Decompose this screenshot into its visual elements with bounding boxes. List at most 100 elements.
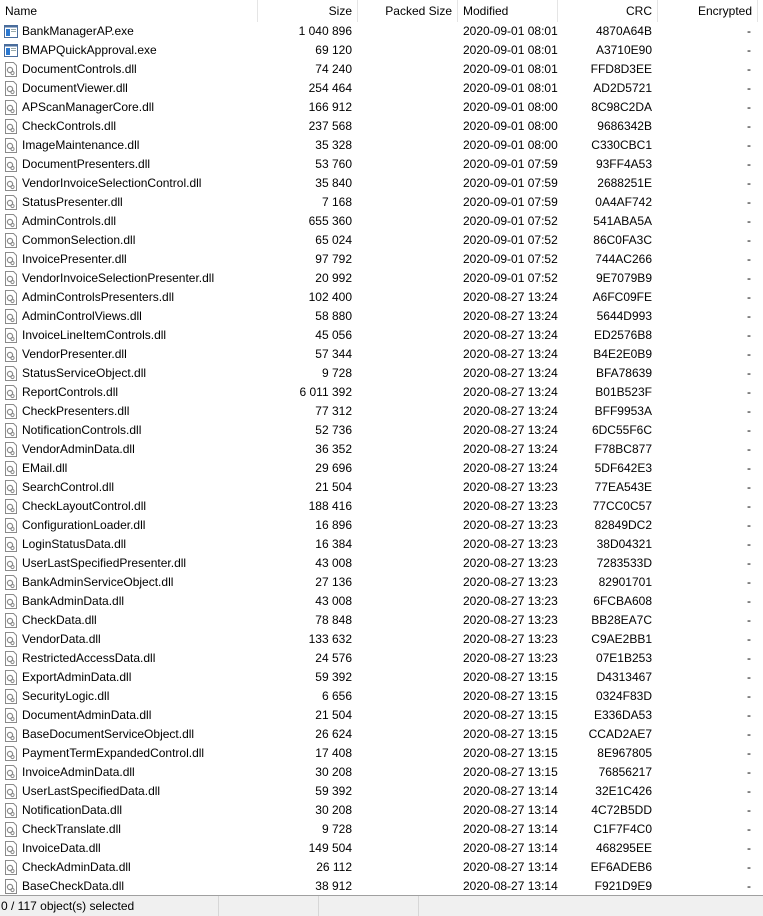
file-row[interactable]: InvoiceData.dll 149 504 2020-08-27 13:14 46… <box>0 839 763 858</box>
file-row[interactable]: VendorData.dll 133 632 2020-08-27 13:23 C9A… <box>0 630 763 649</box>
packed-size-cell <box>358 535 452 554</box>
crc-cell: 468295EE <box>595 841 652 855</box>
file-row[interactable]: NotificationControls.dll 52 736 2020-08-27… <box>0 421 763 440</box>
modified-cell: 2020-08-27 13:23 <box>463 556 558 570</box>
encrypted-cell: - <box>747 689 751 703</box>
encrypted-cell: - <box>747 100 751 114</box>
size-cell: 43 008 <box>315 594 352 608</box>
file-row[interactable]: LoginStatusData.dll 16 384 2020-08-27 13:2… <box>0 535 763 554</box>
file-row[interactable]: CheckLayoutControl.dll 188 416 2020-08-27 … <box>0 497 763 516</box>
file-row[interactable]: InvoicePresenter.dll 97 792 2020-09-01 07:… <box>0 250 763 269</box>
file-name-cell: AdminControlViews.dll <box>22 309 142 323</box>
file-row[interactable]: AdminControlViews.dll 58 880 2020-08-27 13… <box>0 307 763 326</box>
file-row[interactable]: AdminControlsPresenters.dll 102 400 2020-0… <box>0 288 763 307</box>
file-row[interactable]: AdminControls.dll 655 360 2020-09-01 07:52… <box>0 212 763 231</box>
encrypted-cell: - <box>747 347 751 361</box>
encrypted-cell: - <box>747 746 751 760</box>
file-row[interactable]: SecurityLogic.dll 6 656 2020-08-27 13:15 03… <box>0 687 763 706</box>
file-row[interactable]: ImageMaintenance.dll 35 328 2020-09-01 08:… <box>0 136 763 155</box>
packed-size-cell <box>358 687 452 706</box>
modified-cell: 2020-09-01 07:52 <box>463 252 558 266</box>
file-row[interactable]: ConfigurationLoader.dll 16 896 2020-08-27 … <box>0 516 763 535</box>
file-name-cell: SecurityLogic.dll <box>22 689 110 703</box>
file-name-cell: DocumentControls.dll <box>22 62 137 76</box>
file-name-cell: CheckPresenters.dll <box>22 404 130 418</box>
column-modified-header[interactable]: Modified <box>458 0 558 22</box>
file-row[interactable]: VendorInvoiceSelectionControl.dll 35 840 2… <box>0 174 763 193</box>
modified-cell: 2020-09-01 07:52 <box>463 214 558 228</box>
file-row[interactable]: CheckPresenters.dll 77 312 2020-08-27 13:2… <box>0 402 763 421</box>
size-cell: 26 112 <box>316 860 352 874</box>
modified-cell: 2020-08-27 13:14 <box>463 784 558 798</box>
file-row[interactable]: InvoiceAdminData.dll 30 208 2020-08-27 13:… <box>0 763 763 782</box>
encrypted-cell: - <box>747 366 751 380</box>
size-cell: 17 408 <box>315 746 352 760</box>
file-row[interactable]: CheckAdminData.dll 26 112 2020-08-27 13:14… <box>0 858 763 877</box>
size-cell: 36 352 <box>315 442 352 456</box>
file-row[interactable]: BankAdminServiceObject.dll 27 136 2020-08-… <box>0 573 763 592</box>
file-row[interactable]: BankManagerAP.exe 1 040 896 2020-09-01 08:… <box>0 22 763 41</box>
encrypted-cell: - <box>747 727 751 741</box>
encrypted-cell: - <box>747 24 751 38</box>
file-row[interactable]: ReportControls.dll 6 011 392 2020-08-27 13… <box>0 383 763 402</box>
size-cell: 149 504 <box>308 841 352 855</box>
file-row[interactable]: DocumentViewer.dll 254 464 2020-09-01 08:0… <box>0 79 763 98</box>
modified-cell: 2020-08-27 13:24 <box>463 385 558 399</box>
column-crc-header[interactable]: CRC <box>558 0 658 22</box>
file-row[interactable]: VendorAdminData.dll 36 352 2020-08-27 13:2… <box>0 440 763 459</box>
file-name-cell: CheckData.dll <box>22 613 97 627</box>
crc-cell: 744AC266 <box>595 252 652 266</box>
crc-cell: FFD8D3EE <box>590 62 652 76</box>
file-row[interactable]: BaseCheckData.dll 38 912 2020-08-27 13:14 F… <box>0 877 763 895</box>
column-name-header[interactable]: Name <box>0 0 258 22</box>
encrypted-cell: - <box>747 195 751 209</box>
file-row[interactable]: CheckControls.dll 237 568 2020-09-01 08:00… <box>0 117 763 136</box>
file-row[interactable]: APScanManagerCore.dll 166 912 2020-09-01 0… <box>0 98 763 117</box>
file-row[interactable]: VendorInvoiceSelectionPresenter.dll 20 99… <box>0 269 763 288</box>
crc-cell: BFF9953A <box>594 404 652 418</box>
file-row[interactable]: BaseDocumentServiceObject.dll 26 624 2020-… <box>0 725 763 744</box>
file-row[interactable]: VendorPresenter.dll 57 344 2020-08-27 13:2… <box>0 345 763 364</box>
encrypted-cell: - <box>747 43 751 57</box>
file-name-cell: CheckAdminData.dll <box>22 860 131 874</box>
file-row[interactable]: UserLastSpecifiedData.dll 59 392 2020-08-2… <box>0 782 763 801</box>
file-row[interactable]: DocumentControls.dll 74 240 2020-09-01 08:… <box>0 60 763 79</box>
dll-icon <box>4 594 18 609</box>
file-name-cell: StatusServiceObject.dll <box>22 366 147 380</box>
packed-size-cell <box>358 79 452 98</box>
dll-icon <box>4 746 18 761</box>
packed-size-cell <box>358 231 452 250</box>
column-size-header[interactable]: Size <box>258 0 358 22</box>
size-cell: 35 328 <box>315 138 352 152</box>
size-cell: 97 792 <box>315 252 352 266</box>
file-name-cell: VendorData.dll <box>22 632 101 646</box>
file-row[interactable]: UserLastSpecifiedPresenter.dll 43 008 2020… <box>0 554 763 573</box>
column-encrypted-header[interactable]: Encrypted <box>658 0 758 22</box>
file-row[interactable]: ExportAdminData.dll 59 392 2020-08-27 13:1… <box>0 668 763 687</box>
file-row[interactable]: DocumentAdminData.dll 21 504 2020-08-27 13… <box>0 706 763 725</box>
file-row[interactable]: RestrictedAccessData.dll 24 576 2020-08-27… <box>0 649 763 668</box>
dll-icon <box>4 81 18 96</box>
file-row[interactable]: EMail.dll 29 696 2020-08-27 13:24 5DF642E3 - <box>0 459 763 478</box>
file-row[interactable]: BankAdminData.dll 43 008 2020-08-27 13:23 6… <box>0 592 763 611</box>
modified-cell: 2020-09-01 08:01 <box>463 81 558 95</box>
file-row[interactable]: NotificationData.dll 30 208 2020-08-27 13:… <box>0 801 763 820</box>
encrypted-cell: - <box>747 803 751 817</box>
file-row[interactable]: SearchControl.dll 21 504 2020-08-27 13:23 7… <box>0 478 763 497</box>
status-panel-3 <box>319 896 419 916</box>
file-name-cell: BaseCheckData.dll <box>22 879 125 893</box>
file-row[interactable]: CheckTranslate.dll 9 728 2020-08-27 13:14 C… <box>0 820 763 839</box>
encrypted-cell: - <box>747 575 751 589</box>
column-packed-size-header[interactable]: Packed Size <box>358 0 458 22</box>
file-row[interactable]: StatusPresenter.dll 7 168 2020-09-01 07:59… <box>0 193 763 212</box>
file-row[interactable]: CheckData.dll 78 848 2020-08-27 13:23 BB28E… <box>0 611 763 630</box>
file-row[interactable]: DocumentPresenters.dll 53 760 2020-09-01 0… <box>0 155 763 174</box>
file-row[interactable]: InvoiceLineItemControls.dll 45 056 2020-08… <box>0 326 763 345</box>
file-row[interactable]: BMAPQuickApproval.exe 69 120 2020-09-01 08… <box>0 41 763 60</box>
packed-size-cell <box>358 782 452 801</box>
file-row[interactable]: PaymentTermExpandedControl.dll 17 408 2020… <box>0 744 763 763</box>
file-row[interactable]: StatusServiceObject.dll 9 728 2020-08-27 1… <box>0 364 763 383</box>
crc-cell: C330CBC1 <box>591 138 652 152</box>
file-row[interactable]: CommonSelection.dll 65 024 2020-09-01 07:5… <box>0 231 763 250</box>
packed-size-cell <box>358 649 452 668</box>
